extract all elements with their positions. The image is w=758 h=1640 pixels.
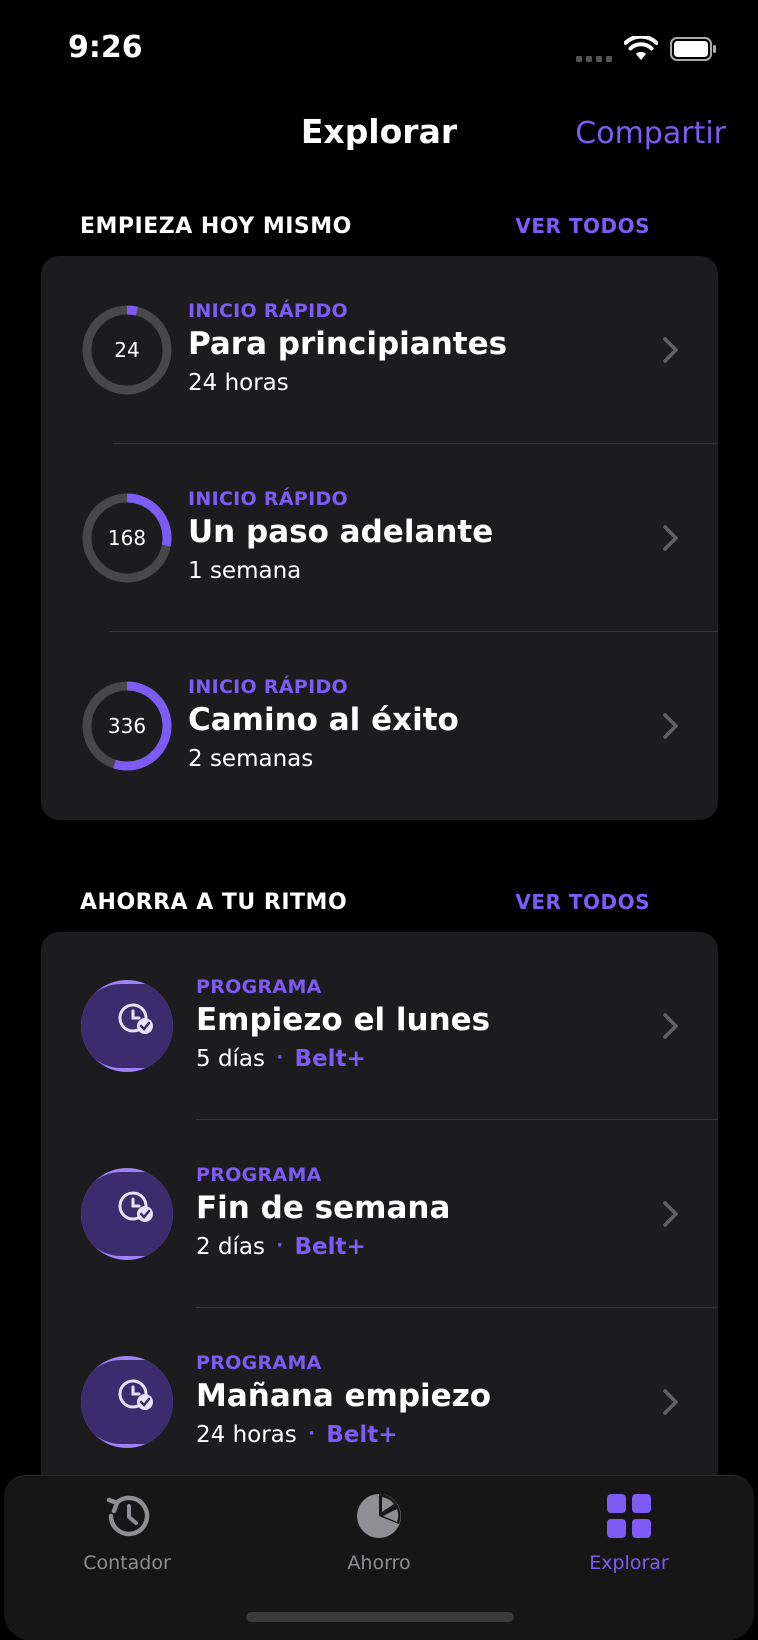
tab-label: Ahorro xyxy=(347,1552,411,1574)
item-duration: 24 horas xyxy=(196,1422,297,1448)
item-text: INICIO RÁPIDO Un paso adelante 1 semana xyxy=(188,488,493,584)
item-kicker: INICIO RÁPIDO xyxy=(188,300,348,322)
clock-check-icon xyxy=(81,984,173,1068)
item-text: PROGRAMA Mañana empiezo 24 horas · Belt+ xyxy=(196,1352,491,1448)
pie-chart-icon xyxy=(357,1494,401,1538)
grid-icon xyxy=(607,1494,651,1538)
premium-badge: Belt+ xyxy=(294,1234,366,1260)
ring-value: 336 xyxy=(107,714,147,738)
premium-badge: Belt+ xyxy=(294,1046,366,1072)
item-subtitle: 2 semanas xyxy=(188,746,314,772)
separator-dot: · xyxy=(276,1235,284,1256)
item-text: INICIO RÁPIDO Camino al éxito 2 semanas xyxy=(188,676,459,772)
item-text: PROGRAMA Fin de semana 2 días · Belt+ xyxy=(196,1164,450,1260)
cellular-signal-icon xyxy=(576,36,612,62)
ring-value: 24 xyxy=(114,338,140,362)
tab-explorar[interactable]: Explorar xyxy=(529,1490,729,1574)
chevron-right-icon xyxy=(663,1201,678,1227)
list-item[interactable]: 336 INICIO RÁPIDO Camino al éxito 2 sema… xyxy=(41,632,718,820)
chevron-right-icon xyxy=(663,713,678,739)
separator-dot: · xyxy=(308,1423,315,1444)
list-item[interactable]: PROGRAMA Empiezo el lunes 5 días · Belt+ xyxy=(41,932,718,1120)
item-kicker: INICIO RÁPIDO xyxy=(188,488,348,510)
program-avatar xyxy=(81,1168,173,1260)
item-text: PROGRAMA Empiezo el lunes 5 días · Belt+ xyxy=(196,976,490,1072)
list-item[interactable]: PROGRAMA Mañana empiezo 24 horas · Belt+ xyxy=(41,1308,718,1496)
see-all-button[interactable]: VER TODOS xyxy=(515,890,650,914)
item-kicker: PROGRAMA xyxy=(196,976,322,998)
chevron-right-icon xyxy=(663,1389,678,1415)
item-title: Mañana empiezo xyxy=(196,1378,492,1414)
item-kicker: PROGRAMA xyxy=(196,1164,322,1186)
item-subtitle: 2 días · Belt+ xyxy=(196,1234,450,1260)
status-bar: 9:26 xyxy=(0,0,758,100)
status-time: 9:26 xyxy=(68,30,143,65)
list-item[interactable]: PROGRAMA Fin de semana 2 días · Belt+ xyxy=(41,1120,718,1308)
clock-check-icon xyxy=(81,1172,173,1256)
item-subtitle: 24 horas xyxy=(188,370,289,396)
item-subtitle: 5 días · Belt+ xyxy=(196,1046,490,1072)
tab-label: Contador xyxy=(83,1552,171,1574)
item-title: Un paso adelante xyxy=(188,514,494,550)
item-subtitle: 24 horas · Belt+ xyxy=(196,1422,491,1448)
chevron-right-icon xyxy=(663,525,678,551)
share-button[interactable]: Compartir xyxy=(575,116,726,151)
list-item[interactable]: 168 INICIO RÁPIDO Un paso adelante 1 sem… xyxy=(41,444,718,632)
ring-value: 168 xyxy=(107,526,147,550)
quick-start-card: 24 INICIO RÁPIDO Para principiantes 24 h… xyxy=(41,256,718,820)
status-icons xyxy=(576,36,718,62)
item-duration: 2 días xyxy=(196,1234,266,1260)
item-kicker: INICIO RÁPIDO xyxy=(188,676,348,698)
program-avatar xyxy=(81,980,173,1072)
programs-card: PROGRAMA Empiezo el lunes 5 días · Belt+ xyxy=(41,932,718,1532)
premium-badge: Belt+ xyxy=(326,1422,398,1448)
home-indicator xyxy=(246,1612,514,1622)
item-title: Empiezo el lunes xyxy=(196,1002,491,1038)
clock-check-icon xyxy=(81,1360,173,1444)
item-title: Para principiantes xyxy=(188,326,508,362)
item-kicker: PROGRAMA xyxy=(196,1352,322,1374)
item-title: Camino al éxito xyxy=(188,702,459,738)
section-header-quick-start: EMPIEZA HOY MISMO VER TODOS xyxy=(80,214,650,250)
tab-contador[interactable]: Contador xyxy=(27,1490,227,1574)
section-header-programs: AHORRA A TU RITMO VER TODOS xyxy=(80,890,650,926)
screen: 9:26 Explorar Compartir EMPIEZA HOY MISM… xyxy=(0,0,758,1640)
battery-icon xyxy=(670,37,716,61)
item-text: INICIO RÁPIDO Para principiantes 24 hora… xyxy=(188,300,507,396)
chevron-right-icon xyxy=(663,1013,678,1039)
item-duration: 5 días xyxy=(196,1046,266,1072)
section-title: AHORRA A TU RITMO xyxy=(80,890,348,915)
item-title: Fin de semana xyxy=(196,1190,451,1226)
section-title: EMPIEZA HOY MISMO xyxy=(80,214,352,239)
history-icon xyxy=(106,1495,150,1537)
see-all-button[interactable]: VER TODOS xyxy=(515,214,650,238)
item-subtitle: 1 semana xyxy=(188,558,302,584)
tab-ahorro[interactable]: Ahorro xyxy=(279,1490,479,1574)
chevron-right-icon xyxy=(663,337,678,363)
wifi-icon xyxy=(624,36,658,60)
list-item[interactable]: 24 INICIO RÁPIDO Para principiantes 24 h… xyxy=(41,256,718,444)
separator-dot: · xyxy=(276,1047,284,1068)
tab-label: Explorar xyxy=(589,1552,669,1574)
program-avatar xyxy=(81,1356,173,1448)
